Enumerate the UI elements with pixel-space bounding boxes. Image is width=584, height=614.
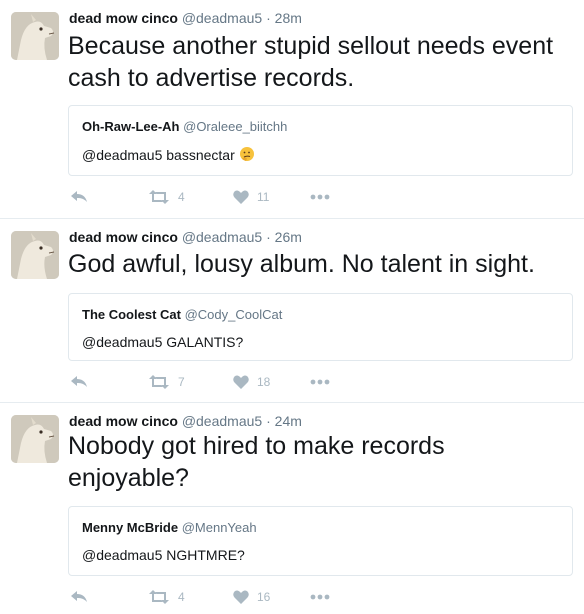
author-name[interactable]: dead mow cinco bbox=[69, 229, 178, 245]
quoted-header: Oh-Raw-Lee-Ah @Oraleee_biitchh bbox=[82, 119, 287, 134]
tweet-actions: 7 18 bbox=[68, 372, 388, 392]
tweet-actions: 4 16 bbox=[68, 587, 388, 607]
timestamp[interactable]: 26m bbox=[275, 229, 302, 245]
quoted-tweet[interactable]: Menny McBride @MennYeah @deadmau5 NGHTMR… bbox=[68, 506, 573, 576]
separator: · bbox=[266, 229, 271, 245]
more-icon bbox=[310, 194, 330, 200]
retweet-button[interactable]: 7 bbox=[148, 372, 185, 392]
heart-icon bbox=[233, 375, 249, 389]
retweet-icon bbox=[149, 375, 169, 389]
quoted-text-row: @deadmau5 bassnectar bbox=[82, 146, 255, 165]
reply-icon bbox=[71, 591, 87, 602]
retweet-button[interactable]: 4 bbox=[148, 587, 185, 607]
tweet-actions: 4 11 bbox=[68, 187, 388, 207]
separator: · bbox=[266, 413, 271, 429]
quoted-author-handle: @Oraleee_biitchh bbox=[183, 119, 288, 134]
reply-button[interactable] bbox=[70, 587, 88, 607]
quoted-text: @deadmau5 bassnectar bbox=[82, 147, 235, 163]
avatar[interactable] bbox=[11, 12, 59, 60]
like-button[interactable]: 11 bbox=[233, 187, 269, 207]
author-handle[interactable]: @deadmau5 bbox=[182, 413, 262, 429]
author-handle[interactable]: @deadmau5 bbox=[182, 229, 262, 245]
retweet-count: 7 bbox=[178, 375, 185, 389]
more-button[interactable] bbox=[310, 587, 330, 607]
reply-button[interactable] bbox=[70, 187, 88, 207]
like-count: 11 bbox=[257, 190, 270, 204]
separator: · bbox=[266, 10, 271, 26]
tweet-header: dead mow cinco @deadmau5 · 24m bbox=[69, 413, 302, 429]
heart-icon bbox=[233, 590, 249, 604]
author-name[interactable]: dead mow cinco bbox=[69, 413, 178, 429]
quoted-header: The Coolest Cat @Cody_CoolCat bbox=[82, 307, 282, 322]
llama-avatar-icon bbox=[11, 12, 59, 60]
retweet-count: 4 bbox=[178, 590, 185, 604]
timestamp[interactable]: 24m bbox=[275, 413, 302, 429]
retweet-count: 4 bbox=[178, 190, 185, 204]
tweet-header: dead mow cinco @deadmau5 · 28m bbox=[69, 10, 302, 26]
quoted-author-handle: @MennYeah bbox=[181, 520, 257, 535]
quoted-tweet[interactable]: Oh-Raw-Lee-Ah @Oraleee_biitchh @deadmau5… bbox=[68, 105, 573, 176]
tweet-header: dead mow cinco @deadmau5 · 26m bbox=[69, 229, 302, 245]
like-button[interactable]: 18 bbox=[233, 372, 270, 392]
tweet-text: Nobody got hired to make records enjoyab… bbox=[68, 432, 445, 492]
like-count: 18 bbox=[257, 375, 271, 389]
timestamp[interactable]: 28m bbox=[275, 10, 302, 26]
like-count: 16 bbox=[257, 590, 271, 604]
quoted-author-name: The Coolest Cat bbox=[82, 307, 181, 322]
avatar[interactable] bbox=[11, 415, 59, 463]
author-name[interactable]: dead mow cinco bbox=[69, 10, 178, 26]
thinking-face-icon bbox=[239, 146, 255, 165]
tweet[interactable]: dead mow cinco @deadmau5 · 26m God awful… bbox=[0, 219, 584, 403]
more-button[interactable] bbox=[310, 187, 330, 207]
retweet-icon bbox=[149, 190, 169, 204]
heart-icon bbox=[233, 190, 249, 204]
llama-avatar-icon bbox=[11, 231, 59, 279]
more-button[interactable] bbox=[310, 372, 330, 392]
llama-avatar-icon bbox=[11, 415, 59, 463]
more-icon bbox=[310, 379, 330, 385]
reply-button[interactable] bbox=[70, 372, 88, 392]
like-button[interactable]: 16 bbox=[233, 587, 270, 607]
quoted-tweet[interactable]: The Coolest Cat @Cody_CoolCat @deadmau5 … bbox=[68, 293, 573, 361]
tweet-text: God awful, lousy album. No talent in sig… bbox=[68, 250, 535, 278]
quoted-author-handle: @Cody_CoolCat bbox=[184, 307, 283, 322]
retweet-icon bbox=[149, 590, 169, 604]
tweet[interactable]: dead mow cinco @deadmau5 · 28m Because a… bbox=[0, 0, 584, 219]
avatar[interactable] bbox=[11, 231, 59, 279]
tweet[interactable]: dead mow cinco @deadmau5 · 24m Nobody go… bbox=[0, 403, 584, 614]
quoted-header: Menny McBride @MennYeah bbox=[82, 520, 257, 535]
quoted-text: @deadmau5 GALANTIS? bbox=[82, 334, 244, 350]
reply-icon bbox=[71, 376, 87, 387]
quoted-author-name: Oh-Raw-Lee-Ah bbox=[82, 119, 180, 134]
reply-icon bbox=[71, 191, 87, 202]
quoted-text: @deadmau5 NGHTMRE? bbox=[82, 547, 245, 563]
author-handle[interactable]: @deadmau5 bbox=[182, 10, 262, 26]
more-icon bbox=[310, 594, 330, 600]
retweet-button[interactable]: 4 bbox=[148, 187, 185, 207]
quoted-author-name: Menny McBride bbox=[82, 520, 179, 535]
tweet-text: Because another stupid sellout needs eve… bbox=[68, 32, 554, 92]
